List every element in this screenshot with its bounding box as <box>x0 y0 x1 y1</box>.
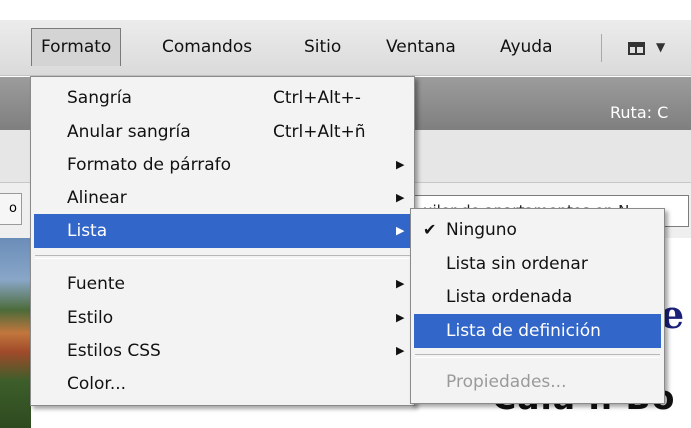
menu-item-label: Fuente <box>67 274 125 294</box>
chevron-right-icon: ▶ <box>396 191 405 204</box>
submenu-item-lista-ordenada[interactable]: Lista ordenada <box>414 280 661 314</box>
menu-item-label: Alinear <box>67 188 127 208</box>
menu-item-label: Lista de definición <box>446 321 601 341</box>
menu-item-label: Formato de párrafo <box>67 155 232 175</box>
chevron-right-icon: ▶ <box>396 277 405 290</box>
menu-item-label: Lista ordenada <box>446 287 573 307</box>
submenu-item-lista-sin-ordenar[interactable]: Lista sin ordenar <box>414 247 661 281</box>
menu-item-formato-parrafo[interactable]: Formato de párrafo ▶ <box>34 148 411 182</box>
top-strip <box>0 0 691 20</box>
menu-separator <box>601 34 602 62</box>
layout-icon <box>628 42 645 55</box>
checkmark-icon: ✔ <box>423 220 437 239</box>
menu-item-label: Estilo <box>67 308 114 328</box>
menu-item-label: Lista sin ordenar <box>446 254 588 274</box>
menu-ayuda[interactable]: Ayuda <box>491 28 562 66</box>
menu-separator <box>35 255 410 259</box>
list-submenu: ✔ Ninguno Lista sin ordenar Lista ordena… <box>410 208 665 404</box>
menu-item-color[interactable]: Color... <box>34 367 411 401</box>
menu-item-sangria[interactable]: Sangría Ctrl+Alt+- <box>34 81 411 115</box>
submenu-item-lista-definicion[interactable]: Lista de definición <box>414 314 661 348</box>
layout-button[interactable]: ▼ <box>616 38 686 62</box>
menu-item-label: Lista <box>67 221 108 241</box>
chevron-right-icon: ▶ <box>396 158 405 171</box>
menu-item-label: Propiedades... <box>446 372 567 392</box>
menu-ventana[interactable]: Ventana <box>377 28 465 66</box>
menu-item-shortcut: Ctrl+Alt+- <box>273 88 361 108</box>
chevron-down-icon: ▼ <box>656 40 666 54</box>
menu-item-label: Estilos CSS <box>67 341 161 361</box>
submenu-item-ninguno[interactable]: ✔ Ninguno <box>414 213 661 247</box>
menu-bar: Formato Comandos Sitio Ventana Ayuda ▼ <box>0 20 691 76</box>
menu-item-lista[interactable]: Lista ▶ <box>34 214 411 248</box>
chevron-right-icon: ▶ <box>396 311 405 324</box>
app-window: Formato Comandos Sitio Ventana Ayuda ▼ R… <box>0 0 691 428</box>
menu-separator <box>415 354 660 358</box>
chevron-right-icon: ▶ <box>396 224 405 237</box>
page-photo <box>0 238 31 428</box>
menu-item-anular-sangria[interactable]: Anular sangría Ctrl+Alt+ñ <box>34 115 411 149</box>
submenu-item-propiedades: Propiedades... <box>414 365 661 399</box>
menu-comandos[interactable]: Comandos <box>153 28 261 66</box>
menu-item-shortcut: Ctrl+Alt+ñ <box>273 122 366 142</box>
menu-item-estilo[interactable]: Estilo ▶ <box>34 301 411 335</box>
menu-item-label: Ninguno <box>446 220 517 240</box>
menu-item-fuente[interactable]: Fuente ▶ <box>34 267 411 301</box>
view-button[interactable]: o <box>0 193 22 225</box>
path-label: Ruta: C <box>610 103 669 122</box>
menu-item-label: Sangría <box>67 88 132 108</box>
menu-item-label: Anular sangría <box>67 122 191 142</box>
menu-item-alinear[interactable]: Alinear ▶ <box>34 181 411 215</box>
menu-sitio[interactable]: Sitio <box>295 28 350 66</box>
menu-item-estilos-css[interactable]: Estilos CSS ▶ <box>34 334 411 368</box>
format-menu: Sangría Ctrl+Alt+- Anular sangría Ctrl+A… <box>30 76 415 406</box>
menu-item-label: Color... <box>67 374 127 394</box>
menu-formato[interactable]: Formato <box>31 28 122 66</box>
chevron-right-icon: ▶ <box>396 344 405 357</box>
